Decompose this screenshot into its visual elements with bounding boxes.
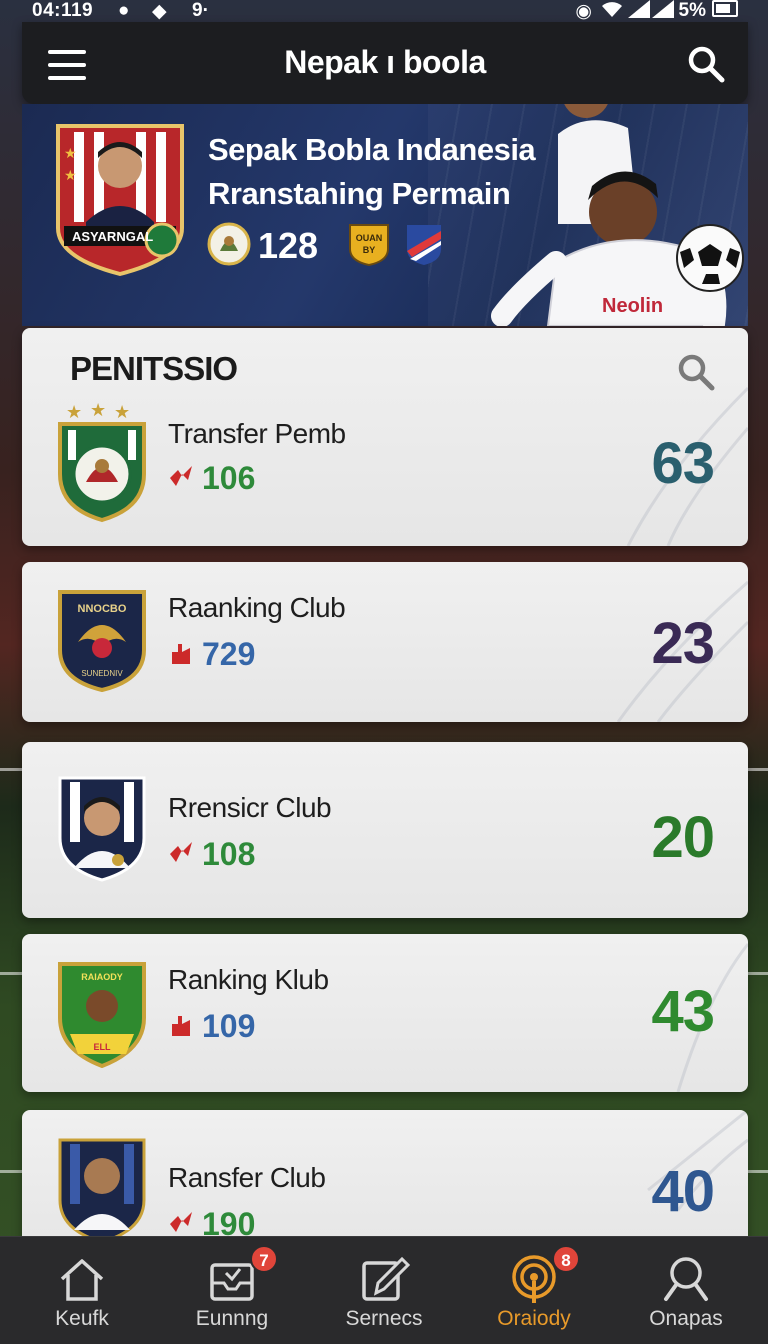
item-stat-value: 106 [202, 460, 256, 496]
list-card[interactable]: RAIAODY ELL Ranking Klub 109 43 [22, 934, 748, 1092]
nav-item-services[interactable]: Sernecs [308, 1237, 460, 1344]
section-search-icon[interactable] [676, 352, 716, 392]
item-stat-value: 109 [202, 1008, 256, 1044]
alarm-icon: ● [118, 0, 130, 21]
nav-item-inbox[interactable]: 7 Eunnng [156, 1237, 308, 1344]
svg-text:ELL: ELL [94, 1042, 112, 1052]
club-crest-icon: ASYARNGAL ★ ★ [56, 124, 184, 276]
item-score: 43 [651, 979, 715, 1044]
svg-text:NNOCBO: NNOCBO [78, 603, 127, 615]
trend-icon [172, 1016, 190, 1036]
svg-text:ASYARNGAL: ASYARNGAL [72, 229, 153, 244]
item-label: Rrensicr Club [168, 792, 332, 823]
club-crest-icon: ★ ★ ★ [58, 400, 146, 523]
nav-label: Eunnng [195, 1307, 269, 1330]
item-score: 23 [651, 611, 715, 676]
item-score: 63 [651, 431, 715, 496]
nav-label: Oraiody [497, 1307, 571, 1330]
svg-text:★: ★ [114, 402, 130, 422]
trend-icon [170, 842, 192, 862]
svg-text:OUAN: OUAN [356, 233, 383, 243]
list-card[interactable]: Ransfer Club 190 40 [22, 1110, 748, 1250]
svg-text:Neolin: Neolin [602, 295, 663, 317]
nav-item-radio[interactable]: 8 Oraiody [458, 1237, 610, 1344]
home-icon [60, 1259, 104, 1301]
app-bar: Nepak ı boola [22, 22, 748, 104]
wifi-icon [602, 2, 622, 17]
football-icon [676, 224, 744, 292]
svg-text:BY: BY [363, 245, 376, 255]
list-card[interactable]: Rrensicr Club 108 20 [22, 742, 748, 918]
status-extra: 9· [192, 0, 209, 21]
list-card[interactable]: PENITSSIO ★ ★ ★ Transfer Pemb 106 63 [22, 328, 748, 546]
list-card[interactable]: NNOCBO SUNEDNIV Raanking Club 729 23 [22, 562, 748, 722]
search-icon[interactable] [686, 44, 726, 84]
notification-badge: 8 [552, 1245, 580, 1273]
svg-text:RAIAODY: RAIAODY [81, 972, 123, 982]
status-time: 04:119 [32, 0, 94, 21]
app-title: Nepak ı boola [284, 44, 486, 80]
club-crest-icon: NNOCBO SUNEDNIV [58, 590, 146, 693]
battery-percent: 5% [678, 0, 706, 21]
nav-label: Sernecs [345, 1307, 423, 1330]
svg-text:SUNEDNIV: SUNEDNIV [81, 669, 123, 678]
club-crest-icon [58, 1138, 146, 1244]
edit-icon [362, 1256, 410, 1301]
club-crest-icon [58, 776, 146, 882]
club-emblem-icon [207, 222, 251, 266]
nav-item-home[interactable]: Keufk [6, 1237, 158, 1344]
notification-badge: 7 [250, 1245, 278, 1273]
nav-label: Onapas [649, 1307, 723, 1330]
nav-label: Keufk [55, 1307, 109, 1330]
striped-shield-icon [407, 225, 441, 265]
item-label: Ranking Klub [168, 964, 329, 995]
status-bar: 04:119 ● ◆ 9· ◉ 5% [0, 0, 768, 22]
item-stat-value: 108 [202, 836, 256, 872]
trend-icon [170, 466, 192, 486]
club-crest-icon: RAIAODY ELL [58, 962, 146, 1068]
svg-text:★: ★ [90, 400, 106, 420]
item-label: Raanking Club [168, 592, 346, 623]
search-icon [664, 1257, 708, 1301]
svg-text:★: ★ [64, 145, 77, 161]
shield-badge-icon: OUAN BY [349, 224, 389, 267]
trend-icon [170, 1212, 192, 1232]
hero-count: 128 [258, 225, 319, 266]
item-stat-value: 729 [202, 636, 256, 672]
nav-item-search[interactable]: Onapas [610, 1237, 762, 1344]
item-score: 20 [651, 805, 715, 870]
item-label: Ransfer Club [168, 1162, 326, 1193]
signal-icon [652, 0, 674, 18]
svg-text:★: ★ [64, 167, 77, 183]
trend-icon [172, 644, 190, 664]
location-icon: ◆ [152, 1, 167, 22]
section-title: PENITSSIO [70, 350, 238, 387]
bottom-navigation: Keufk 7 Eunnng Sernecs 8 Oraiody Onapas [0, 1236, 768, 1344]
alarm-clock-icon: ◉ [575, 1, 592, 22]
signal-icon [628, 0, 650, 18]
battery-icon [712, 0, 738, 17]
item-score: 40 [651, 1159, 715, 1224]
svg-text:★: ★ [66, 402, 82, 422]
hero-banner[interactable]: ASYARNGAL ★ ★ Sepak Bobla Indanesia Rran… [22, 104, 748, 326]
item-label: Transfer Pemb [168, 418, 346, 449]
